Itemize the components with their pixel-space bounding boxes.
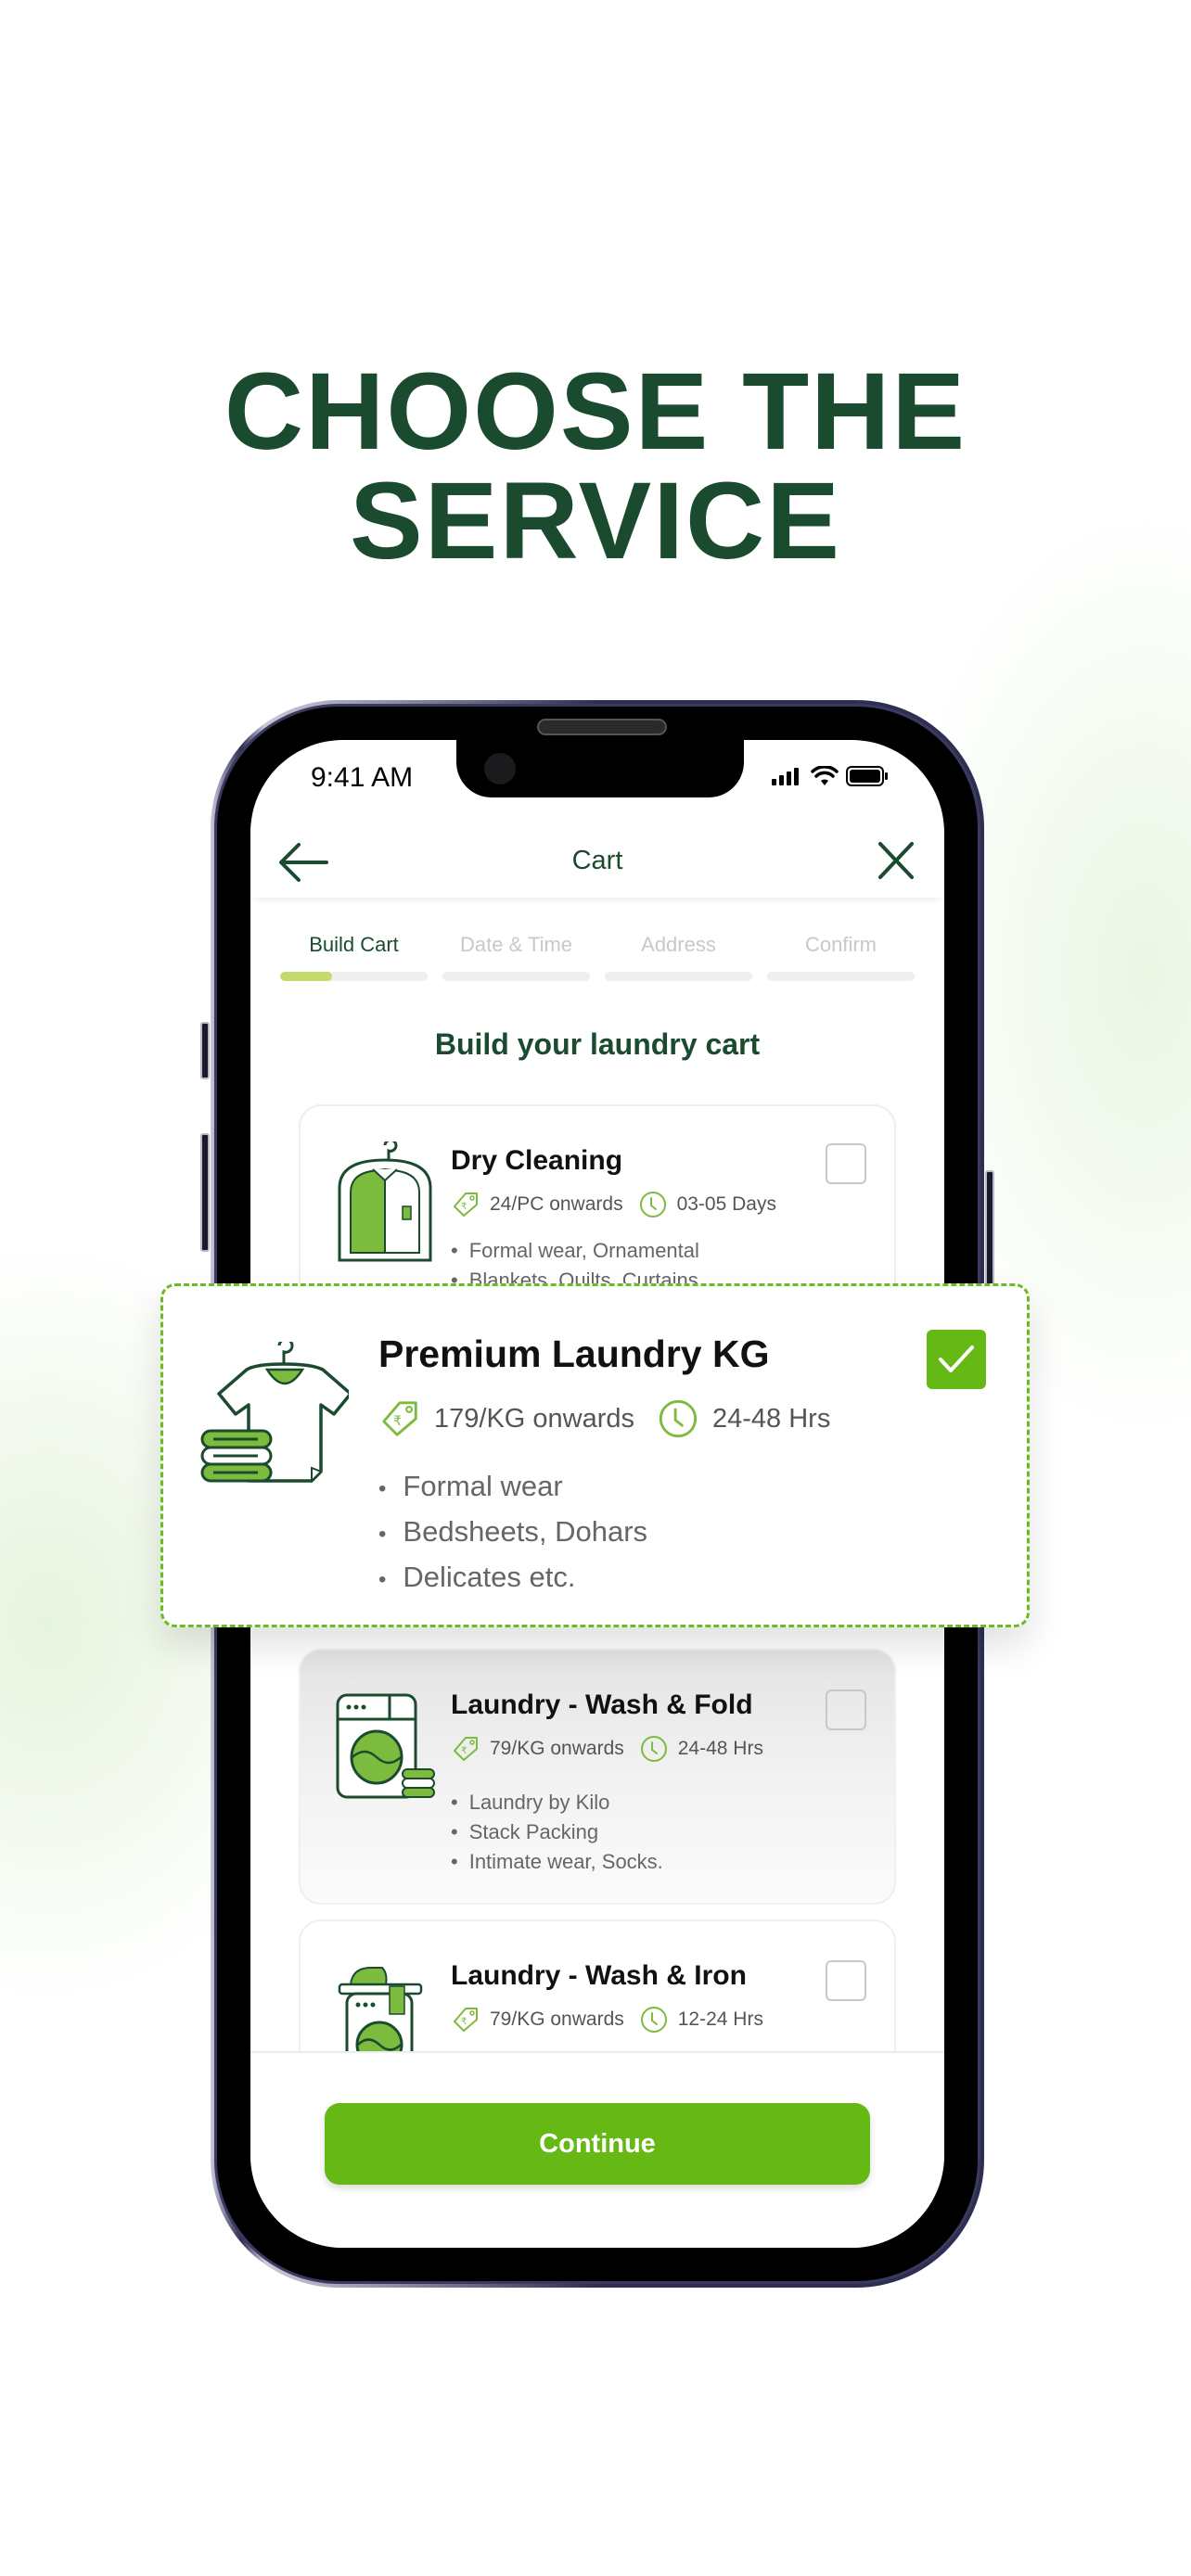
step-progress-track (767, 972, 915, 981)
service-title: Dry Cleaning (451, 1145, 623, 1176)
step-label: Confirm (804, 933, 877, 956)
checkout-steps: Build Cart Date & Time Address Confirm (280, 933, 915, 981)
service-duration: 24-48 Hrs (712, 1403, 831, 1434)
bottom-action-bar: Continue (250, 2051, 944, 2248)
garment-bag-icon (338, 1141, 432, 1262)
status-icons (772, 766, 889, 786)
feature-item: Bedsheets, Dohars (378, 1511, 647, 1556)
washing-machine-icon (336, 1693, 435, 1799)
feature-item: Formal wear, Ornamental (451, 1236, 699, 1266)
service-card-wash-fold[interactable]: Laundry - Wash & Fold ₹ 79/KG onwards 24… (299, 1649, 896, 1905)
close-icon[interactable] (876, 840, 916, 881)
nav-title: Cart (571, 845, 623, 875)
service-checkbox-checked[interactable] (927, 1330, 986, 1389)
battery-icon (846, 766, 888, 786)
service-duration: 12-24 Hrs (677, 2009, 763, 2030)
svg-text:₹: ₹ (393, 1414, 402, 1429)
tshirt-stack-icon (200, 1342, 349, 1484)
svg-text:₹: ₹ (461, 1746, 467, 1756)
feature-item: Intimate wear, Socks. (451, 1847, 663, 1877)
status-time: 9:41 AM (311, 762, 414, 793)
service-duration: 24-48 Hrs (677, 1738, 763, 1759)
service-price: 24/PC onwards (490, 1193, 623, 1215)
service-features: Formal wear Bedsheets, Dohars Delicates … (378, 1465, 647, 1601)
price-tag-icon: ₹ (382, 1401, 417, 1436)
step-label: Build Cart (309, 933, 399, 956)
step-progress-track (280, 972, 428, 981)
service-card-premium-laundry-selected[interactable]: Premium Laundry KG ₹ 179/KG onwards 24-4… (160, 1283, 1030, 1627)
price-tag-icon: ₹ (454, 2008, 478, 2032)
service-title: Premium Laundry KG (378, 1333, 770, 1375)
phone-mute-switch (200, 1022, 210, 1079)
service-meta: ₹ 79/KG onwards 24-48 Hrs (451, 1734, 778, 1764)
phone-notch (456, 740, 744, 797)
step-progress-fill (280, 972, 332, 981)
clock-icon (640, 1736, 667, 1762)
price-tag-icon: ₹ (454, 1737, 478, 1761)
price-tag-icon: ₹ (454, 1192, 478, 1217)
nav-bar: Cart (250, 823, 944, 898)
arrow-left-icon[interactable] (278, 842, 328, 883)
service-meta: ₹ 179/KG onwards 24-48 Hrs (378, 1397, 852, 1440)
step-progress-track (605, 972, 752, 981)
continue-button[interactable]: Continue (325, 2103, 870, 2185)
service-checkbox[interactable] (826, 1690, 866, 1730)
step-build-cart[interactable]: Build Cart (280, 933, 428, 981)
phone-volume-up (200, 1133, 210, 1252)
service-features: Laundry by Kilo Stack Packing Intimate w… (451, 1788, 663, 1877)
feature-item: Formal wear (378, 1465, 647, 1511)
service-meta: ₹ 24/PC onwards 03-05 Days (451, 1190, 791, 1219)
feature-item: Laundry by Kilo (451, 1788, 663, 1817)
service-duration: 03-05 Days (676, 1193, 776, 1215)
step-date-time[interactable]: Date & Time (442, 933, 590, 981)
service-title: Laundry - Wash & Fold (451, 1690, 753, 1720)
clock-icon (659, 1399, 698, 1438)
phone-speaker (537, 719, 667, 735)
svg-text:₹: ₹ (461, 1202, 467, 1212)
clock-icon (640, 2007, 667, 2033)
camera-icon (484, 753, 516, 784)
wifi-icon (811, 766, 839, 785)
checkmark-icon (939, 1345, 974, 1372)
service-price: 79/KG onwards (490, 2009, 624, 2030)
signal-icon (772, 768, 799, 785)
step-confirm[interactable]: Confirm (767, 933, 915, 981)
svg-text:₹: ₹ (461, 2017, 467, 2027)
service-price: 179/KG onwards (434, 1403, 635, 1434)
hero-title: CHOOSE THE SERVICE (0, 357, 1191, 576)
section-title: Build your laundry cart (434, 1027, 761, 1061)
service-title: Laundry - Wash & Iron (451, 1960, 747, 1991)
hero-title-line-2: SERVICE (350, 460, 841, 582)
service-price: 79/KG onwards (490, 1738, 624, 1759)
service-meta: ₹ 79/KG onwards 12-24 Hrs (451, 2005, 778, 2034)
step-label: Address (641, 933, 716, 956)
step-progress-track (442, 972, 590, 981)
hero-title-line-1: CHOOSE THE (224, 351, 967, 473)
service-checkbox[interactable] (826, 1143, 866, 1184)
service-checkbox[interactable] (826, 1960, 866, 2001)
clock-icon (639, 1192, 666, 1218)
feature-item: Delicates etc. (378, 1556, 647, 1601)
step-label: Date & Time (459, 933, 573, 956)
feature-item: Stack Packing (451, 1817, 663, 1847)
step-address[interactable]: Address (605, 933, 752, 981)
